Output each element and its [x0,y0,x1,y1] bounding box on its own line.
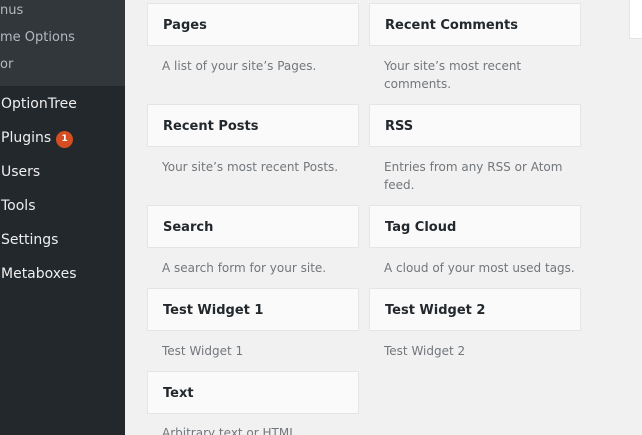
widget-description: Entries from any RSS or Atom feed. [384,160,563,192]
submenu-item-menus[interactable]: nus [0,1,23,21]
widget-recent-comments[interactable]: Recent Comments [369,3,581,46]
submenu-item-theme-options[interactable]: me Options [0,28,75,48]
widget-description: Test Widget 1 [162,344,244,358]
widget-tag-cloud[interactable]: Tag Cloud [369,205,581,248]
widget-description: A cloud of your most used tags. [384,261,575,275]
sidebar-item-users[interactable]: Users [1,160,40,184]
sidebar-item-tools[interactable]: Tools [1,194,36,218]
widget-test-widget-1[interactable]: Test Widget 1 [147,288,359,331]
widget-description: Test Widget 2 [384,344,466,358]
sidebar-item-metaboxes[interactable]: Metaboxes [1,262,77,286]
widget-description: A list of your site’s Pages. [162,59,317,73]
widget-search[interactable]: Search [147,205,359,248]
widget-description: Arbitrary text or HTML. [162,426,300,435]
sidebar-item-label: Users [1,164,41,180]
submenu-item-editor[interactable]: or [0,55,13,75]
update-count-badge: 1 [56,131,74,148]
sidebar-item-label: Tools [1,198,36,214]
sidebar-item-label: Metaboxes [1,266,77,282]
sidebar-item-label: OptionTree [1,96,77,112]
sidebar-item-settings[interactable]: Settings [1,228,58,252]
widget-description: A search form for your site. [162,261,327,275]
widget-description: Your site’s most recent comments. [384,59,522,91]
widget-description: Your site’s most recent Posts. [162,160,339,174]
sidebar-item-optiontree[interactable]: OptionTree [1,92,77,116]
admin-sidebar: nus me Options or OptionTree Plugins 1 Us… [0,0,125,435]
widget-test-widget-2[interactable]: Test Widget 2 [369,288,581,331]
widget-area-panel-edge[interactable] [629,0,642,39]
appearance-submenu: nus me Options or [0,0,125,86]
widget-recent-posts[interactable]: Recent Posts [147,104,359,147]
sidebar-item-label: Settings [1,232,59,248]
sidebar-item-label: Plugins [1,130,52,146]
widget-text[interactable]: Text [147,371,359,414]
widget-rss[interactable]: RSS [369,104,581,147]
widget-pages[interactable]: Pages [147,3,359,46]
sidebar-item-plugins[interactable]: Plugins 1 [1,126,74,150]
